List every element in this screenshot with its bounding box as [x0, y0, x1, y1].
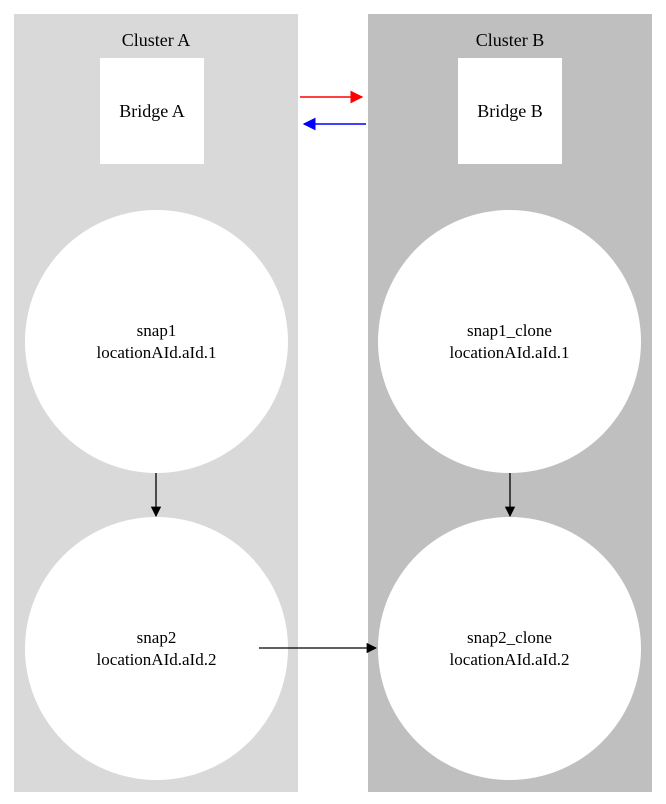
- node-snap1-loc: locationAId.aId.1: [97, 342, 217, 363]
- node-snap1c-loc: locationAId.aId.1: [450, 342, 570, 363]
- bridge-b-node: Bridge B: [458, 58, 562, 164]
- node-snap2c-name: snap2_clone: [467, 627, 552, 648]
- node-snap2c-loc: locationAId.aId.2: [450, 649, 570, 670]
- node-snap1-name: snap1: [137, 320, 177, 341]
- node-snap2-name: snap2: [137, 627, 177, 648]
- node-snap1-clone: snap1_clone locationAId.aId.1: [378, 210, 641, 473]
- node-snap2-loc: locationAId.aId.2: [97, 649, 217, 670]
- cluster-b-title: Cluster B: [368, 14, 652, 51]
- node-snap1: snap1 locationAId.aId.1: [25, 210, 288, 473]
- bridge-a-label: Bridge A: [119, 101, 185, 122]
- node-snap2-clone: snap2_clone locationAId.aId.2: [378, 517, 641, 780]
- node-snap1c-name: snap1_clone: [467, 320, 552, 341]
- bridge-a-node: Bridge A: [100, 58, 204, 164]
- bridge-b-label: Bridge B: [477, 101, 543, 122]
- node-snap2: snap2 locationAId.aId.2: [25, 517, 288, 780]
- cluster-a-title: Cluster A: [14, 14, 298, 51]
